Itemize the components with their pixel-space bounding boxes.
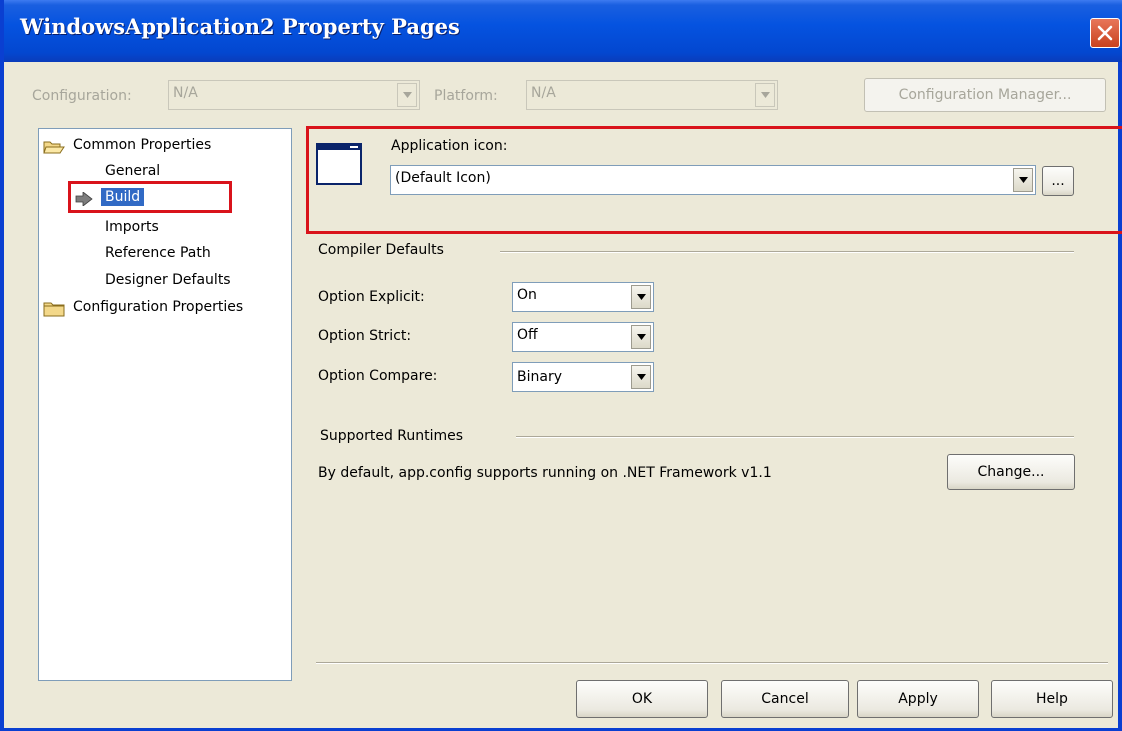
tree-item-label: Configuration Properties bbox=[73, 299, 244, 315]
option-strict-dropdown[interactable]: Off bbox=[512, 322, 654, 352]
tree-item-label: Designer Defaults bbox=[105, 272, 231, 288]
compiler-defaults-divider bbox=[500, 251, 1074, 253]
tree-item-label: Reference Path bbox=[105, 245, 211, 261]
application-icon-value: (Default Icon) bbox=[395, 170, 491, 186]
tree-item-imports[interactable]: Imports bbox=[105, 219, 159, 235]
apply-button[interactable]: Apply bbox=[857, 680, 979, 718]
option-strict-dropdown-arrow[interactable] bbox=[631, 325, 651, 349]
chevron-down-icon bbox=[403, 92, 412, 98]
option-compare-value: Binary bbox=[517, 369, 562, 385]
configuration-dropdown[interactable]: N/A bbox=[168, 80, 420, 110]
option-compare-dropdown-arrow[interactable] bbox=[631, 365, 651, 389]
application-icon-label: Application icon: bbox=[391, 138, 508, 154]
platform-dropdown[interactable]: N/A bbox=[526, 80, 778, 110]
property-pages-window: WindowsApplication2 Property Pages Confi… bbox=[0, 0, 1122, 731]
closed-folder-icon bbox=[43, 302, 65, 317]
option-strict-value: Off bbox=[517, 327, 538, 343]
supported-runtimes-description: By default, app.config supports running … bbox=[318, 465, 772, 481]
title-bar[interactable]: WindowsApplication2 Property Pages bbox=[4, 0, 1122, 62]
compiler-defaults-heading: Compiler Defaults bbox=[318, 242, 444, 258]
bottom-divider bbox=[316, 662, 1108, 664]
configuration-dropdown-arrow[interactable] bbox=[397, 83, 417, 107]
configuration-manager-button[interactable]: Configuration Manager... bbox=[864, 78, 1106, 112]
chevron-down-icon bbox=[761, 92, 770, 98]
option-explicit-dropdown-arrow[interactable] bbox=[631, 285, 651, 309]
platform-label: Platform: bbox=[434, 88, 498, 104]
tree-item-label: Common Properties bbox=[73, 137, 212, 153]
chevron-down-icon bbox=[637, 374, 646, 380]
chevron-down-icon bbox=[637, 294, 646, 300]
configuration-label: Configuration: bbox=[32, 88, 132, 104]
close-button[interactable] bbox=[1090, 18, 1120, 48]
option-explicit-value: On bbox=[517, 287, 537, 303]
application-window-icon bbox=[316, 143, 362, 185]
tree-item-reference-path[interactable]: Reference Path bbox=[105, 245, 211, 261]
tree-item-designer-defaults[interactable]: Designer Defaults bbox=[105, 272, 231, 288]
tree-item-label: General bbox=[105, 163, 161, 179]
close-icon bbox=[1097, 25, 1113, 41]
platform-dropdown-arrow[interactable] bbox=[755, 83, 775, 107]
help-button[interactable]: Help bbox=[991, 680, 1113, 718]
option-strict-label: Option Strict: bbox=[318, 328, 412, 344]
platform-value: N/A bbox=[531, 85, 556, 101]
chevron-down-icon bbox=[637, 334, 646, 340]
option-explicit-dropdown[interactable]: On bbox=[512, 282, 654, 312]
tree-item-general[interactable]: General bbox=[105, 163, 160, 179]
open-folder-icon bbox=[43, 141, 65, 154]
cancel-button[interactable]: Cancel bbox=[721, 680, 849, 718]
configuration-value: N/A bbox=[173, 85, 198, 101]
change-runtime-button[interactable]: Change... bbox=[947, 454, 1075, 490]
tree-item-label: Imports bbox=[105, 219, 159, 235]
application-icon-dropdown[interactable]: (Default Icon) bbox=[390, 165, 1036, 195]
option-compare-dropdown[interactable]: Binary bbox=[512, 362, 654, 392]
supported-runtimes-divider bbox=[516, 436, 1074, 438]
application-icon-dropdown-arrow[interactable] bbox=[1013, 168, 1033, 192]
browse-icon-button[interactable]: ... bbox=[1042, 166, 1074, 196]
window-title: WindowsApplication2 Property Pages bbox=[20, 14, 460, 39]
ok-button[interactable]: OK bbox=[576, 680, 708, 718]
chevron-down-icon bbox=[1019, 177, 1028, 183]
supported-runtimes-heading: Supported Runtimes bbox=[320, 428, 464, 444]
option-explicit-label: Option Explicit: bbox=[318, 289, 425, 305]
option-compare-label: Option Compare: bbox=[318, 368, 438, 384]
build-highlight-box bbox=[68, 181, 232, 213]
